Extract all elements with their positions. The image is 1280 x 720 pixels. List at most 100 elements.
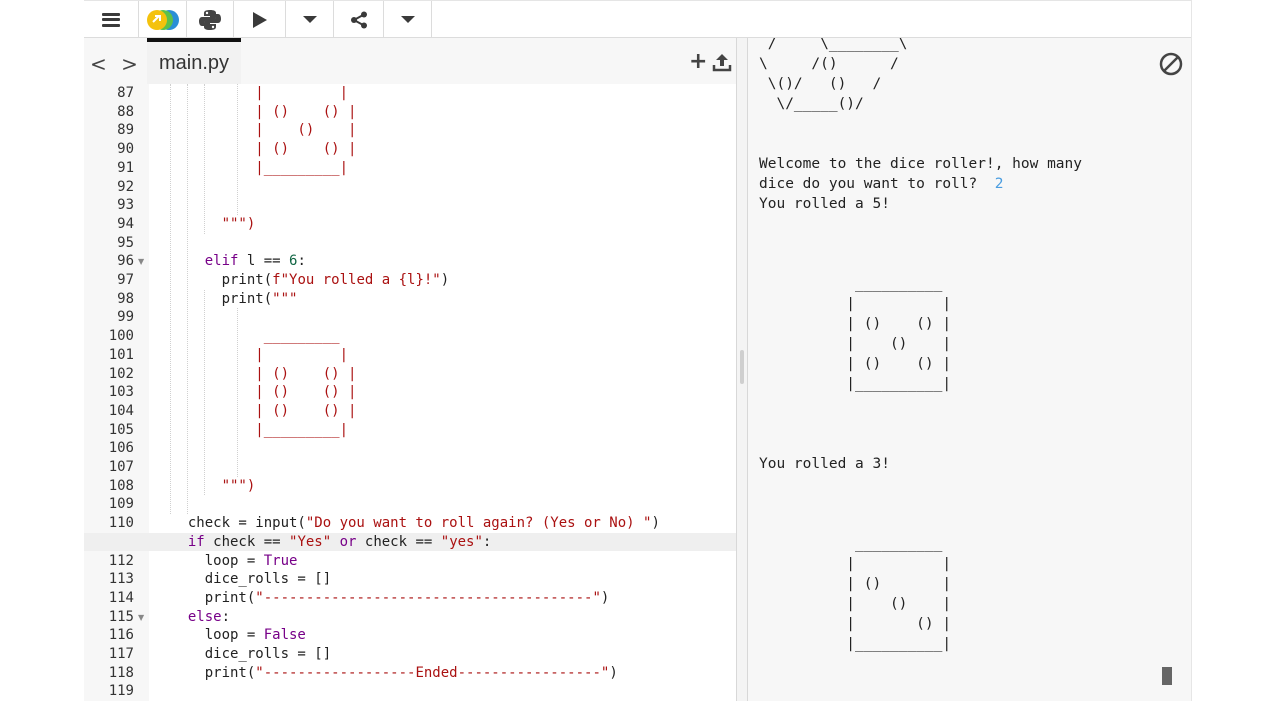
console-line: | | [759, 554, 951, 574]
line-number: 92 [117, 178, 134, 195]
chevron-down-icon [400, 16, 415, 23]
code-line[interactable]: | () () | [171, 365, 356, 384]
line-number: 90 [117, 141, 134, 158]
share-button[interactable] [334, 1, 384, 38]
console-line: | () | [759, 334, 951, 354]
console-text: Welcome to the dice roller!, how many [759, 156, 1083, 172]
user-input-value: 2 [994, 176, 1004, 192]
code-line[interactable]: | () () | [171, 383, 356, 402]
add-file-icon[interactable]: + [689, 51, 707, 73]
code-line[interactable]: _________ [171, 327, 340, 346]
line-number: 94 [117, 215, 134, 232]
console-text: | () () | [759, 316, 952, 332]
console-text: | () | [759, 336, 952, 352]
line-number: 91 [117, 159, 134, 176]
repl-app: < > main.py + 87 88 89 90 91 92 93 94 95 96 ▼ 97 98 9… [84, 0, 1192, 701]
code-line[interactable]: check = input("Do you want to roll again… [171, 514, 660, 533]
menu-icon [102, 12, 120, 27]
line-number: 109 [108, 496, 134, 513]
run-button[interactable] [234, 1, 286, 38]
line-number: 112 [108, 552, 134, 569]
console-line: | () () | [759, 314, 951, 334]
line-number: 100 [108, 328, 134, 345]
code-line[interactable]: | () () | [171, 402, 356, 421]
console-line: dice do you want to roll? 2 [759, 174, 1003, 194]
splitter-handle[interactable] [740, 350, 744, 384]
toolbar [84, 0, 1191, 38]
editor-tab-bar: < > main.py + [84, 38, 736, 84]
console-text: | | [759, 296, 952, 312]
code-line[interactable]: print(""" [171, 290, 298, 309]
console-text: __________ [759, 276, 943, 292]
line-number: 95 [117, 234, 134, 251]
line-number-gutter: 87 88 89 90 91 92 93 94 95 96 ▼ 97 98 99 100 101 102 103 1… [84, 84, 149, 701]
upload-icon[interactable] [712, 52, 732, 72]
line-number: 110 [108, 515, 134, 532]
line-number: 108 [108, 477, 134, 494]
share-options-dropdown[interactable] [384, 1, 432, 38]
console-text: You rolled a 5! [759, 196, 890, 212]
line-number: 89 [117, 122, 134, 139]
code-line[interactable]: print("------------------Ended----------… [171, 664, 618, 683]
code-area[interactable]: | | | () () | | () | | () () | |________… [84, 84, 736, 701]
code-line[interactable]: print("---------------------------------… [171, 589, 610, 608]
line-number: 107 [108, 459, 134, 475]
code-line[interactable]: dice_rolls = [] [171, 645, 331, 664]
code-line[interactable]: else: [171, 608, 230, 627]
line-number: 87 [117, 85, 134, 101]
run-options-dropdown[interactable] [286, 1, 334, 38]
history-nav-icon[interactable]: < > [90, 52, 142, 76]
pane-splitter[interactable] [737, 38, 748, 701]
line-number: 118 [108, 664, 134, 681]
console-text: You rolled a 3! [759, 456, 890, 472]
code-line[interactable]: elif l == 6: [171, 252, 306, 271]
code-line[interactable]: print(f"You rolled a {l}!") [171, 271, 450, 290]
line-number: 104 [108, 402, 134, 419]
console-output[interactable]: / \________\ \ /() / \()/ () / \/_____()/… [748, 38, 1191, 701]
console-line: You rolled a 5! [759, 194, 890, 214]
console-line: / \________\ [759, 38, 908, 54]
python-button[interactable] [187, 1, 234, 38]
clear-console-icon[interactable] [1159, 52, 1183, 76]
line-number: 98 [117, 290, 134, 307]
code-line[interactable]: | () () | [171, 140, 356, 159]
code-line[interactable]: | | [171, 346, 348, 365]
code-line[interactable]: | () | [171, 121, 356, 140]
code-line[interactable]: if check == "Yes" or check == "yes": [171, 533, 492, 552]
line-number: 105 [108, 421, 134, 438]
menu-button[interactable] [84, 1, 139, 38]
console-cursor [1162, 667, 1172, 685]
code-line[interactable]: | | [171, 84, 348, 103]
line-number: 119 [108, 683, 134, 700]
line-number: 88 [117, 103, 134, 120]
console-line: | | [759, 294, 951, 314]
file-tab-main-py[interactable]: main.py [147, 38, 241, 84]
console-text: | | [759, 556, 952, 572]
code-line[interactable]: """) [171, 477, 256, 496]
logo-icon [146, 9, 179, 30]
logo-button[interactable] [139, 1, 187, 38]
line-number: 99 [117, 309, 134, 326]
line-number: 101 [108, 346, 134, 363]
line-number: 103 [108, 384, 134, 401]
console-line: | () | [759, 574, 951, 594]
code-line[interactable]: loop = False [171, 626, 306, 645]
console-line: \ /() / [759, 54, 899, 74]
console-text: | () | [759, 616, 952, 632]
code-line[interactable]: |_________| [171, 421, 348, 440]
fold-toggle-icon[interactable]: ▼ [138, 613, 144, 622]
code-line[interactable]: dice_rolls = [] [171, 570, 331, 589]
console-line: __________ [759, 534, 942, 554]
line-number: 114 [108, 589, 134, 606]
line-number: 115 [108, 608, 134, 625]
play-icon [252, 11, 267, 28]
console-line: \()/ () / [759, 74, 882, 94]
code-line[interactable]: | () () | [171, 103, 356, 122]
code-line[interactable]: |_________| [171, 159, 348, 178]
console-text: | () () | [759, 356, 952, 372]
code-line[interactable]: """) [171, 215, 256, 234]
code-editor[interactable]: < > main.py + 87 88 89 90 91 92 93 94 95 96 ▼ 97 98 9… [84, 38, 737, 701]
fold-toggle-icon[interactable]: ▼ [138, 257, 144, 266]
code-line[interactable]: loop = True [171, 552, 298, 571]
console-line: \/_____()/ [759, 94, 863, 114]
